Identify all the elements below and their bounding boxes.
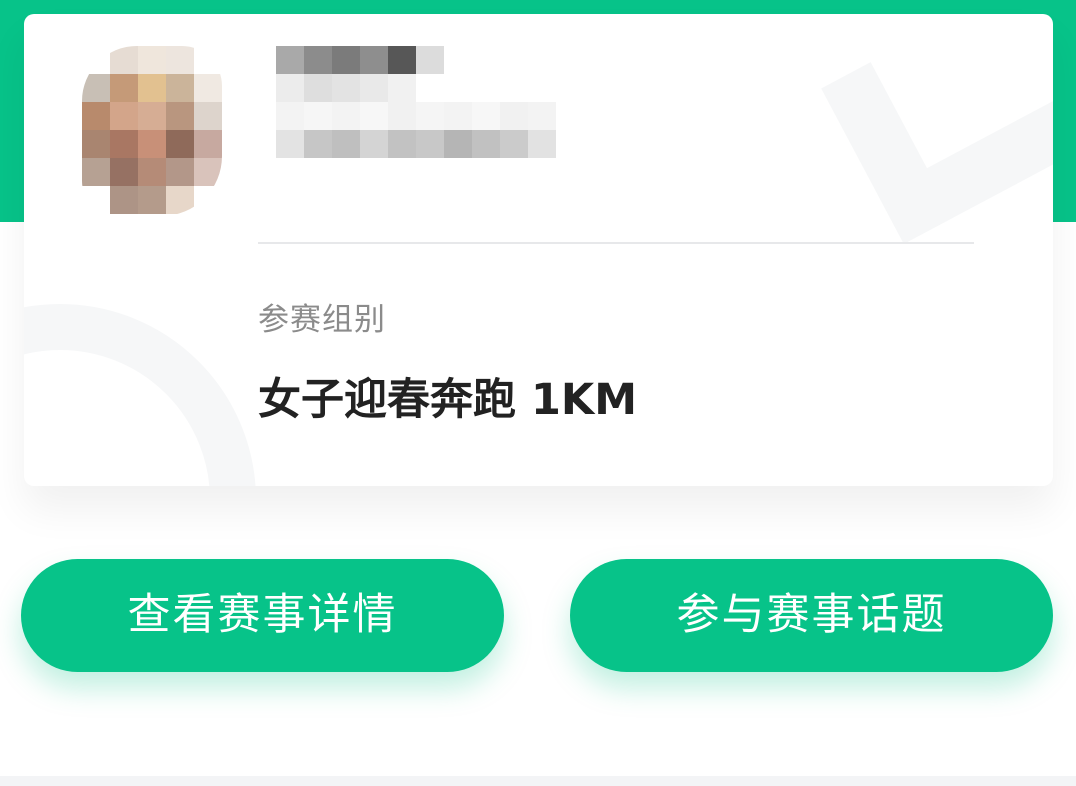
group-value: 女子迎春奔跑 1KM — [258, 375, 638, 425]
user-name — [248, 46, 568, 74]
watermark-ring-decoration — [24, 304, 256, 486]
join-event-topic-button[interactable]: 参与赛事话题 — [570, 559, 1053, 672]
user-subtitle — [248, 130, 568, 158]
avatar — [82, 46, 222, 216]
view-event-details-button[interactable]: 查看赛事详情 — [21, 559, 504, 672]
blurred-user-info — [248, 46, 568, 194]
group-label: 参赛组别 — [258, 302, 386, 338]
watermark-corner-decoration — [821, 14, 1053, 244]
registration-card: 参赛组别 女子迎春奔跑 1KM — [24, 14, 1053, 486]
divider — [258, 242, 974, 244]
bottom-divider — [0, 776, 1076, 786]
